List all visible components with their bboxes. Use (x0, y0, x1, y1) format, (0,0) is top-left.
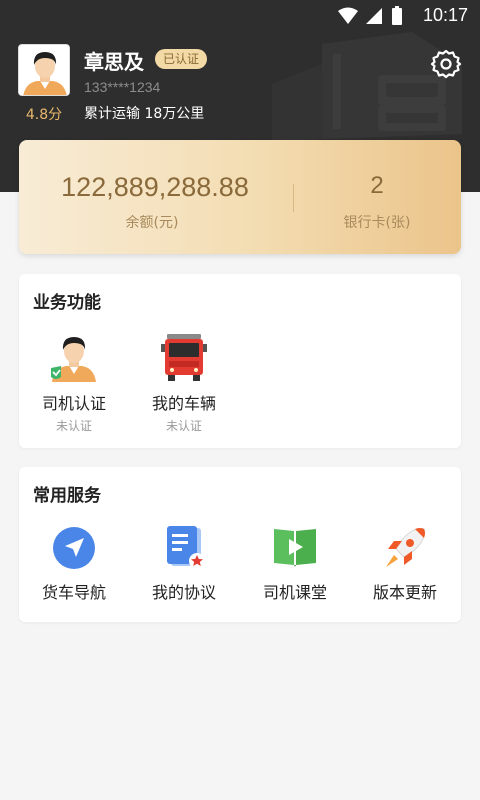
driver-class-item[interactable]: 司机课堂 (240, 525, 350, 603)
user-name: 章思及 (84, 50, 144, 74)
driver-rating: 4.8分 (25, 107, 63, 123)
card-divider (293, 184, 294, 212)
navigation-icon (53, 527, 95, 569)
verified-badge: 已认证 (155, 49, 208, 69)
balance-label: 余额(元) (125, 215, 179, 231)
truck-icon (161, 334, 207, 381)
business-title: 业务功能 (33, 293, 101, 313)
services-panel: 常用服务 货车导航 我的协议 司机课堂 版本更新 (19, 467, 461, 622)
driver-certification-item[interactable]: 司机认证 未认证 (19, 332, 129, 434)
my-vehicle-item[interactable]: 我的车辆 未认证 (129, 332, 239, 434)
my-agreement-label: 我的协议 (151, 583, 216, 602)
driver-avatar-icon (51, 337, 96, 382)
balance-amount: 122,889,288.88 (61, 172, 249, 202)
wifi-icon (338, 7, 358, 24)
signal-icon (366, 8, 382, 24)
document-icon (167, 526, 205, 569)
status-icons (338, 6, 402, 25)
services-title: 常用服务 (33, 486, 101, 506)
version-update-item[interactable]: 版本更新 (350, 525, 460, 603)
battery-icon (392, 8, 402, 25)
driver-avatar-icon (19, 45, 69, 95)
bank-card-count: 2 (370, 172, 384, 199)
my-agreement-item[interactable]: 我的协议 (129, 525, 239, 603)
wallet-card: 122,889,288.88 余额(元) 2 银行卡(张) (19, 140, 461, 254)
my-vehicle-status: 未认证 (165, 419, 202, 433)
status-time: 10:17 (422, 5, 468, 25)
driver-class-label: 司机课堂 (262, 583, 327, 602)
rocket-icon (386, 527, 426, 567)
business-panel: 业务功能 司机认证 未认证 我的车辆 未认证 (19, 274, 461, 448)
book-play-icon (274, 529, 316, 567)
phone-number: 133****1234 (84, 79, 161, 95)
gear-icon[interactable] (430, 48, 462, 80)
bank-card-label: 银行卡(张) (343, 215, 411, 231)
version-update-label: 版本更新 (372, 583, 437, 602)
avatar[interactable] (18, 44, 70, 96)
mileage-summary: 累计运输 18万公里 (84, 106, 205, 122)
driver-certification-label: 司机认证 (41, 394, 106, 413)
truck-watermark-icon (272, 32, 462, 142)
driver-certification-status: 未认证 (55, 419, 92, 433)
my-vehicle-label: 我的车辆 (151, 394, 216, 413)
truck-navigation-label: 货车导航 (41, 583, 106, 602)
truck-navigation-item[interactable]: 货车导航 (19, 525, 129, 603)
